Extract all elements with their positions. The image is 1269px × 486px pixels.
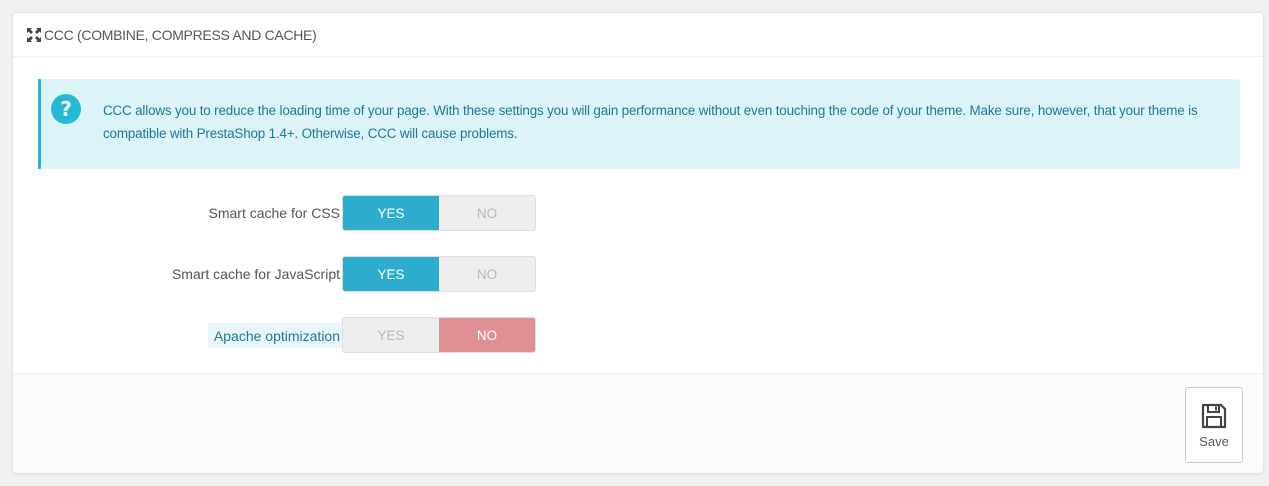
alert-text: CCC allows you to reduce the loading tim… bbox=[103, 103, 1198, 141]
yes-option[interactable]: YES bbox=[343, 196, 439, 230]
save-label: Save bbox=[1199, 433, 1229, 449]
setting-row-apache: Apache optimization YES NO bbox=[13, 317, 1263, 353]
setting-row-js: Smart cache for JavaScript YES NO bbox=[13, 256, 1263, 292]
panel-footer: Save bbox=[13, 373, 1263, 473]
floppy-disk-icon bbox=[1200, 402, 1228, 430]
no-option[interactable]: NO bbox=[439, 196, 535, 230]
setting-label-hint[interactable]: Apache optimization bbox=[207, 323, 346, 348]
question-circle-icon: ? bbox=[51, 94, 81, 124]
setting-label: Smart cache for CSS bbox=[208, 205, 341, 221]
save-button[interactable]: Save bbox=[1185, 387, 1243, 463]
yes-option[interactable]: YES bbox=[343, 318, 439, 352]
panel-heading: CCC (COMBINE, COMPRESS AND CACHE) bbox=[13, 13, 1263, 57]
yes-option[interactable]: YES bbox=[343, 257, 439, 291]
no-option[interactable]: NO bbox=[439, 257, 535, 291]
setting-label: Smart cache for JavaScript bbox=[171, 266, 340, 282]
css-cache-switch[interactable]: YES NO bbox=[342, 195, 536, 231]
fullscreen-arrows-icon bbox=[26, 27, 41, 42]
ccc-panel: CCC (COMBINE, COMPRESS AND CACHE) ? CCC … bbox=[12, 12, 1264, 474]
panel-title: CCC (COMBINE, COMPRESS AND CACHE) bbox=[44, 26, 317, 43]
js-cache-switch[interactable]: YES NO bbox=[342, 256, 536, 292]
svg-text:?: ? bbox=[60, 97, 72, 121]
setting-row-css: Smart cache for CSS YES NO bbox=[13, 195, 1263, 231]
no-option[interactable]: NO bbox=[439, 318, 535, 352]
info-alert: ? CCC allows you to reduce the loading t… bbox=[38, 79, 1240, 169]
apache-optimization-switch[interactable]: YES NO bbox=[342, 317, 536, 353]
